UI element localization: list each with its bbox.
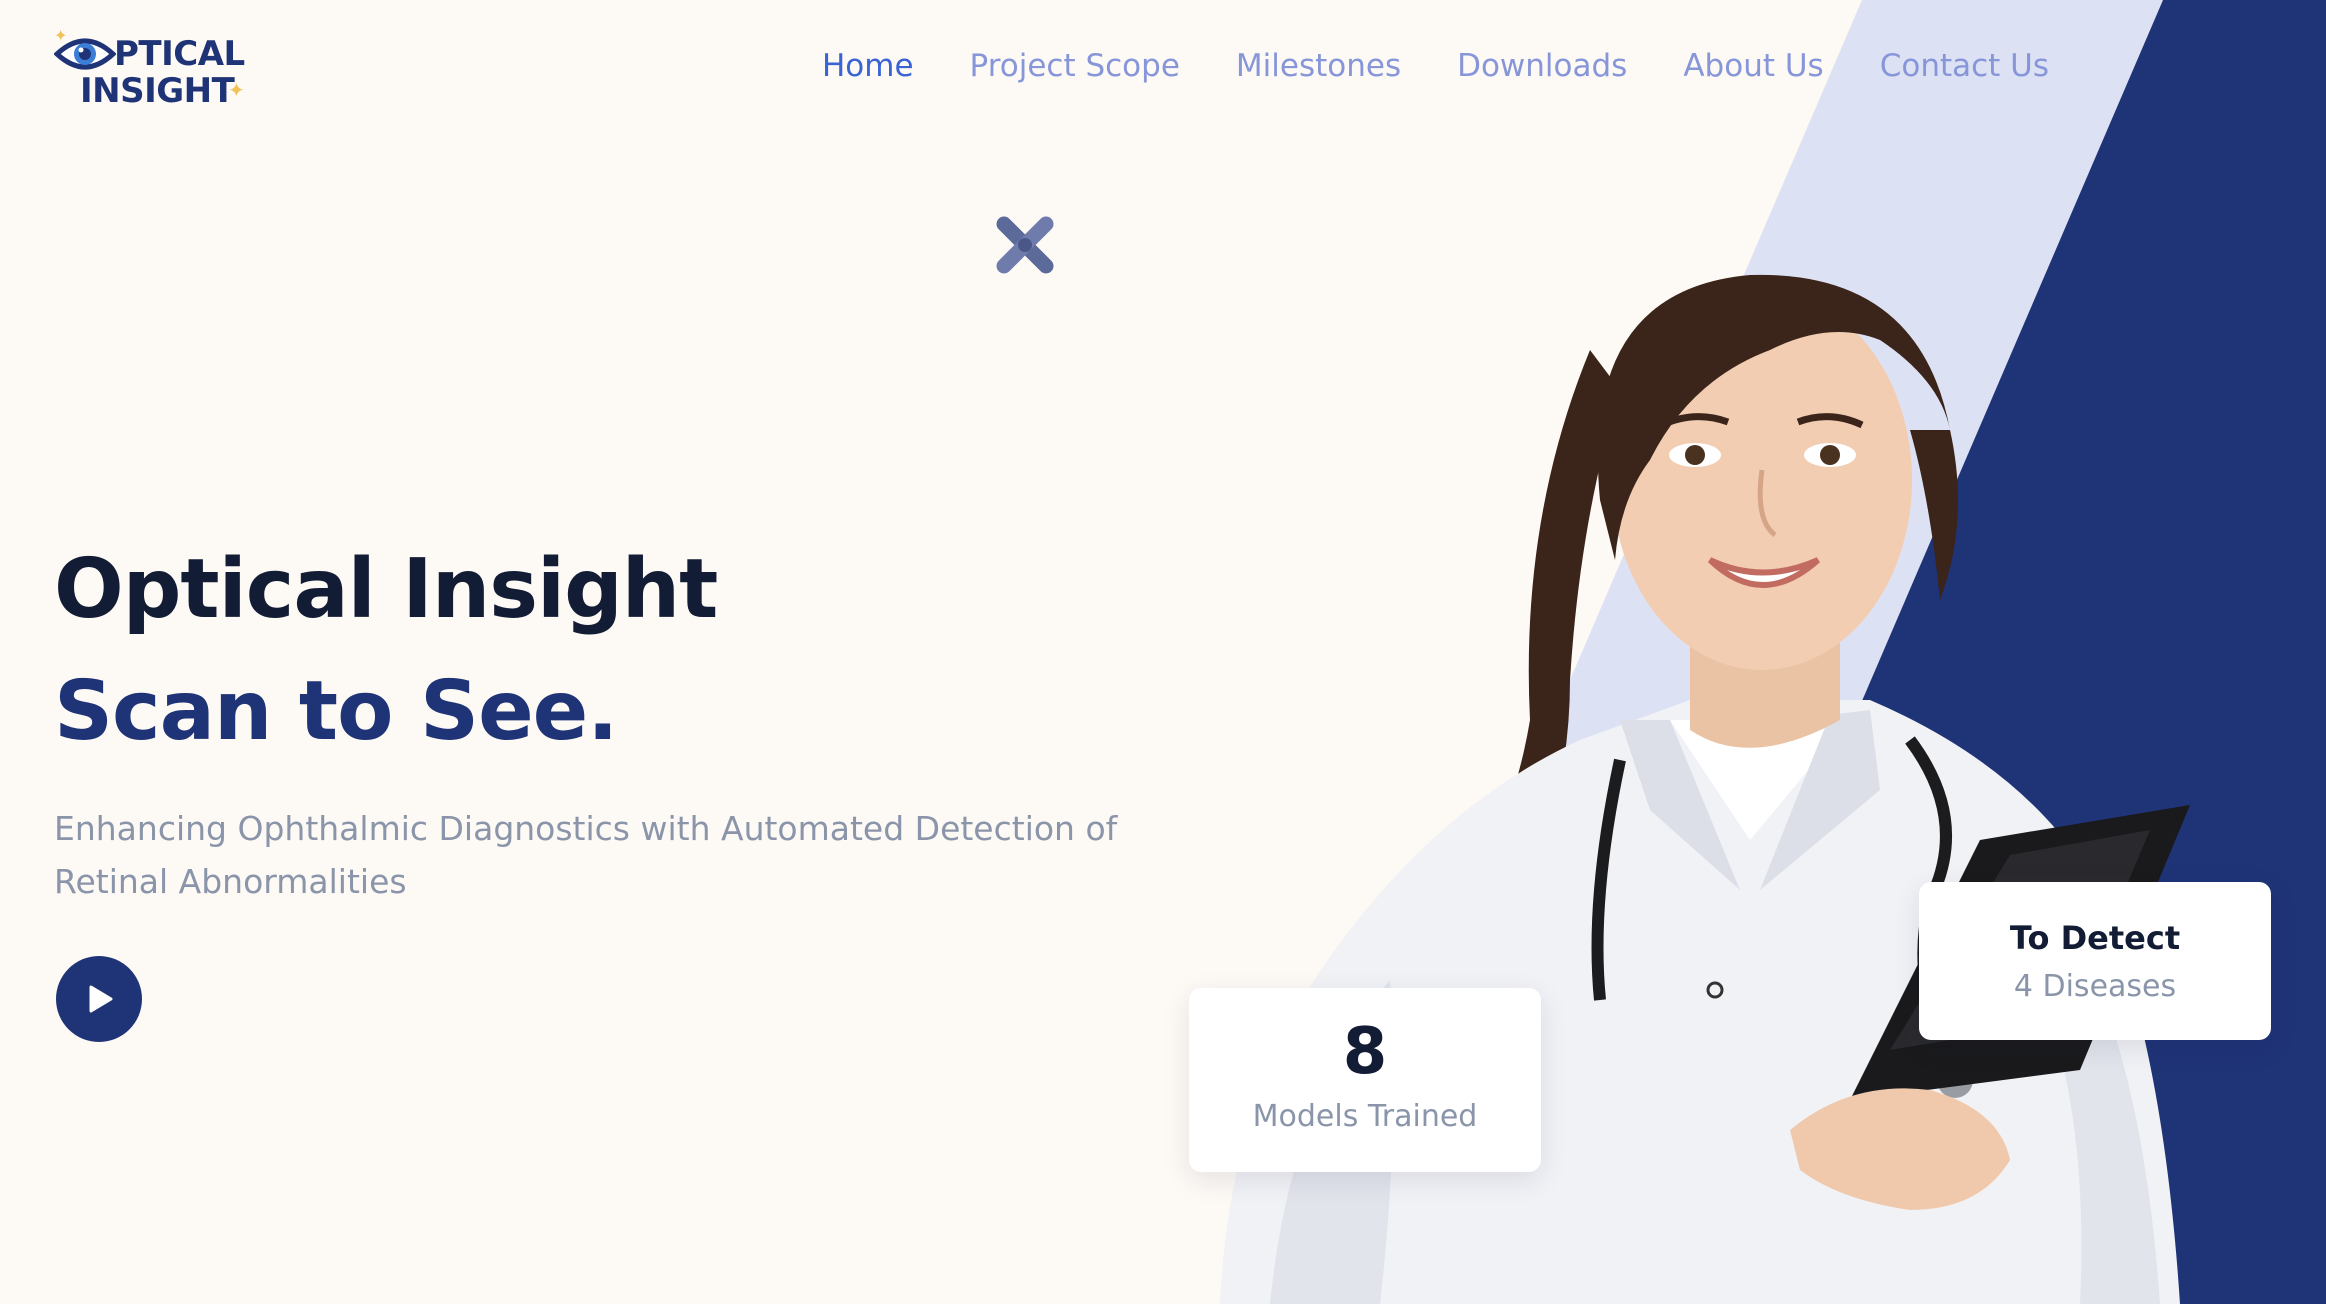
stat-sub: 4 Diseases <box>2013 969 2177 1004</box>
nav-home[interactable]: Home <box>822 44 914 88</box>
play-icon <box>89 985 113 1013</box>
stat-heading: To Detect <box>2009 919 2181 957</box>
stat-card-detect: To Detect 4 Diseases <box>1919 882 2271 1040</box>
eye-icon <box>54 38 116 70</box>
hero-subtitle: Scan to See. <box>54 664 618 759</box>
nav-contact-us[interactable]: Contact Us <box>1880 44 2049 88</box>
play-video-button[interactable] <box>56 956 142 1042</box>
sparkle-icon: ✦ <box>228 78 245 102</box>
nav-milestones[interactable]: Milestones <box>1236 44 1401 88</box>
stat-card-models: 8 Models Trained <box>1189 988 1541 1172</box>
stat-number: 8 <box>1342 1015 1388 1089</box>
logo-text-line2: INSIGHT <box>80 71 235 111</box>
nav-project-scope[interactable]: Project Scope <box>970 44 1180 88</box>
hero-title: Optical Insight <box>54 542 718 637</box>
brand-logo[interactable]: ✦ PTICAL INSIGHT ✦ <box>50 28 270 112</box>
nav-downloads[interactable]: Downloads <box>1457 44 1627 88</box>
logo-text-line1: PTICAL <box>114 34 245 74</box>
cross-decoration-icon <box>996 216 1054 274</box>
nav-about-us[interactable]: About Us <box>1683 44 1823 88</box>
hero-description: Enhancing Ophthalmic Diagnostics with Au… <box>54 809 1118 901</box>
stat-label: Models Trained <box>1252 1099 1478 1134</box>
main-nav: Home Project Scope Milestones Downloads … <box>822 44 2049 88</box>
